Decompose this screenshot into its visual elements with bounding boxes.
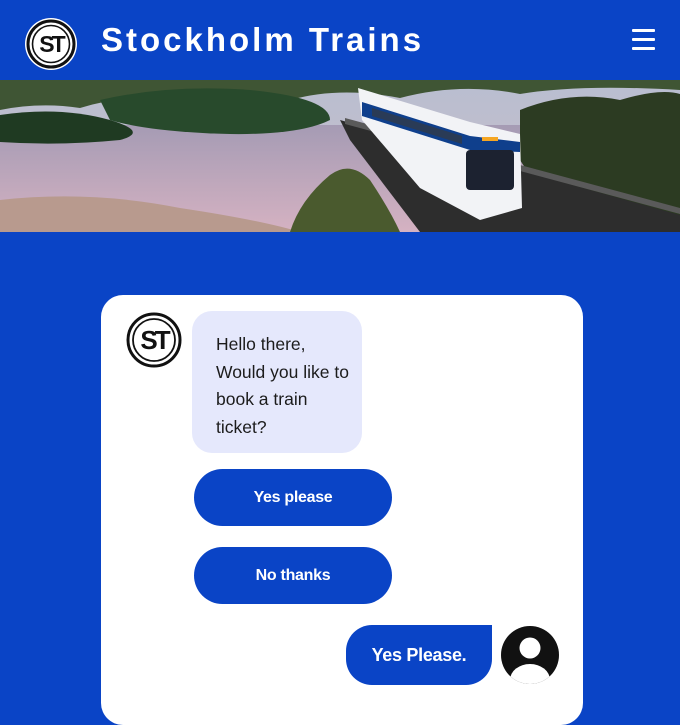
chat-panel: ST Hello there, Would you like to book a… xyxy=(101,295,583,725)
site-title: Stockholm Trains xyxy=(101,21,425,58)
logo-text: ST xyxy=(39,31,65,57)
user-message-bubble: Yes Please. xyxy=(346,625,492,685)
site-header: ST Stockholm Trains xyxy=(0,0,680,80)
user-avatar-icon xyxy=(500,625,560,685)
hero-train-image xyxy=(0,80,680,232)
bot-avatar: ST xyxy=(126,312,182,368)
hamburger-menu-icon[interactable] xyxy=(628,26,660,54)
no-thanks-button[interactable]: No thanks xyxy=(194,547,392,604)
bot-avatar-text: ST xyxy=(140,325,170,355)
yes-please-button[interactable]: Yes please xyxy=(194,469,392,526)
bot-message-bubble: Hello there, Would you like to book a tr… xyxy=(192,311,362,453)
st-logo-icon[interactable]: ST xyxy=(25,18,77,70)
